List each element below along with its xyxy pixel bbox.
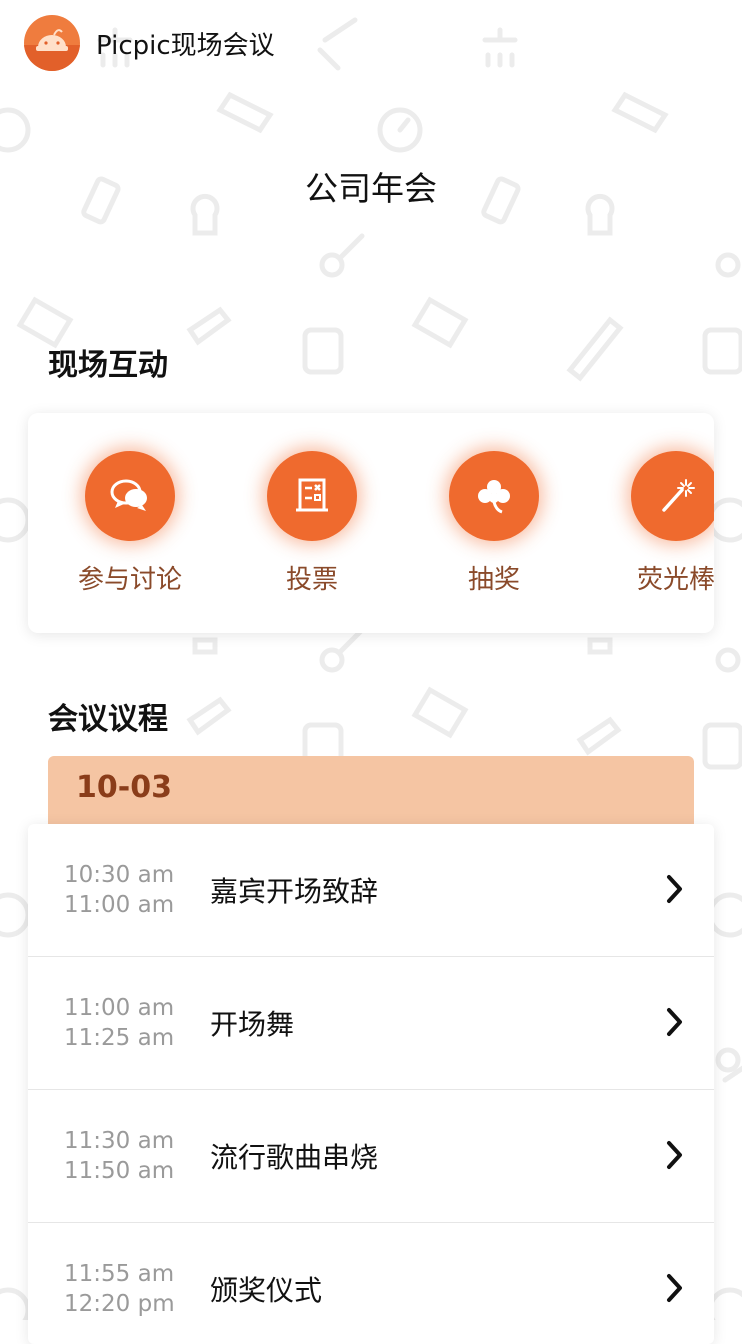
vote-button[interactable]: 投票: [242, 451, 382, 596]
picpic-logo-icon: [24, 15, 80, 71]
agenda-date: 10-03: [76, 770, 172, 805]
vote-label: 投票: [285, 565, 338, 595]
agenda-end-time: 11:00 am: [64, 892, 175, 918]
agenda-time: 11:00 am 11:25 am: [64, 993, 174, 1053]
agenda-list: 10:30 am 11:00 am 嘉宾开场致辞 11:00 am 11:25 …: [28, 824, 714, 1344]
agenda-end-time: 12:20 pm: [64, 1291, 175, 1317]
agenda-start-time: 10:30 am: [64, 862, 175, 888]
ballot-board-icon: [267, 451, 357, 541]
agenda-item[interactable]: 11:30 am 11:50 am 流行歌曲串烧: [28, 1090, 714, 1223]
chat-bubbles-icon: [85, 451, 175, 541]
agenda-time: 11:55 am 12:20 pm: [64, 1259, 175, 1319]
app-header: Picpic现场会议: [24, 14, 275, 72]
clover-icon: [449, 451, 539, 541]
magic-wand-icon: [631, 451, 714, 541]
page-title: 公司年会: [305, 169, 437, 208]
agenda-end-time: 11:50 am: [64, 1158, 175, 1184]
glowstick-button[interactable]: 荧光棒: [606, 451, 714, 596]
agenda-end-time: 11:25 am: [64, 1025, 175, 1051]
agenda-item-title: 嘉宾开场致辞: [210, 875, 379, 908]
agenda-item-title: 颁奖仪式: [210, 1274, 323, 1307]
discussion-label: 参与讨论: [77, 565, 182, 595]
agenda-item[interactable]: 11:55 am 12:20 pm 颁奖仪式: [28, 1223, 714, 1344]
agenda-item-title: 流行歌曲串烧: [210, 1141, 379, 1174]
interact-card: 参与讨论 投票 抽奖 荧光棒: [28, 413, 714, 633]
agenda-item-title: 开场舞: [210, 1008, 295, 1041]
chevron-right-icon: [667, 1274, 682, 1302]
agenda-item[interactable]: 10:30 am 11:00 am 嘉宾开场致辞: [28, 824, 714, 957]
agenda-start-time: 11:55 am: [64, 1261, 175, 1287]
agenda-item[interactable]: 11:00 am 11:25 am 开场舞: [28, 957, 714, 1090]
agenda-start-time: 11:00 am: [64, 995, 175, 1021]
app-title: Picpic现场会议: [96, 30, 275, 61]
chevron-right-icon: [667, 1141, 682, 1169]
interact-section-title: 现场互动: [48, 348, 168, 383]
agenda-time: 11:30 am 11:50 am: [64, 1126, 174, 1186]
chevron-right-icon: [667, 875, 682, 903]
chevron-right-icon: [667, 1008, 682, 1036]
agenda-start-time: 11:30 am: [64, 1128, 175, 1154]
glowstick-label: 荧光棒: [636, 565, 714, 595]
lottery-label: 抽奖: [467, 565, 520, 595]
lottery-button[interactable]: 抽奖: [424, 451, 564, 596]
discussion-button[interactable]: 参与讨论: [60, 451, 200, 596]
agenda-time: 10:30 am 11:00 am: [64, 860, 174, 920]
agenda-section-title: 会议议程: [48, 702, 168, 737]
agenda-date-bar: 10-03: [48, 756, 694, 826]
